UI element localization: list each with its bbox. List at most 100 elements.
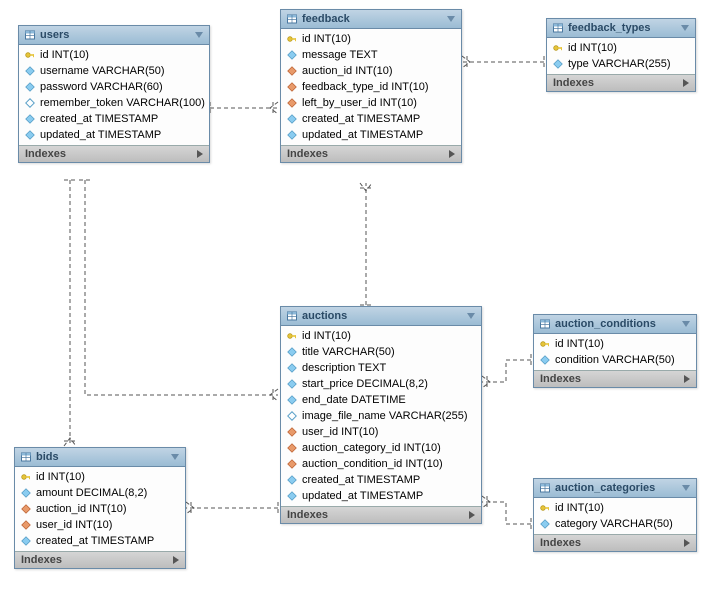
column-row: password VARCHAR(60) [19, 79, 209, 95]
table-icon [553, 23, 563, 33]
entity-users[interactable]: users id INT(10) username VARCHAR(50) passw… [18, 25, 210, 163]
key-icon [287, 331, 297, 341]
entity-header[interactable]: auction_conditions [534, 315, 696, 334]
column-text: title VARCHAR(50) [302, 346, 395, 358]
column-icon [25, 82, 35, 92]
table-icon [287, 311, 297, 321]
column-row: created_at TIMESTAMP [281, 472, 481, 488]
column-row: username VARCHAR(50) [19, 63, 209, 79]
column-text: id INT(10) [555, 338, 604, 350]
column-text: image_file_name VARCHAR(255) [302, 410, 467, 422]
column-row: user_id INT(10) [281, 424, 481, 440]
column-icon [287, 50, 297, 60]
entity-header[interactable]: bids [15, 448, 185, 467]
collapse-icon[interactable] [681, 25, 689, 31]
column-text: condition VARCHAR(50) [555, 354, 675, 366]
entity-title: auctions [302, 310, 347, 322]
column-text: type VARCHAR(255) [568, 58, 671, 70]
column-row: created_at TIMESTAMP [19, 111, 209, 127]
entity-header[interactable]: auction_categories [534, 479, 696, 498]
expand-icon [684, 539, 690, 547]
column-text: username VARCHAR(50) [40, 65, 165, 77]
column-text: id INT(10) [40, 49, 89, 61]
entity-feedback[interactable]: feedback id INT(10) message TEXT auction_id… [280, 9, 462, 163]
table-icon [21, 452, 31, 462]
entity-header[interactable]: auctions [281, 307, 481, 326]
column-row: image_file_name VARCHAR(255) [281, 408, 481, 424]
column-row: title VARCHAR(50) [281, 344, 481, 360]
column-row: message TEXT [281, 47, 461, 63]
collapse-icon[interactable] [682, 321, 690, 327]
table-icon [25, 30, 35, 40]
entity-header[interactable]: feedback_types [547, 19, 695, 38]
column-text: auction_id INT(10) [302, 65, 393, 77]
entity-bids[interactable]: bids id INT(10) amount DECIMAL(8,2) auction… [14, 447, 186, 569]
expand-icon [449, 150, 455, 158]
column-row: id INT(10) [547, 40, 695, 56]
column-row: end_date DATETIME [281, 392, 481, 408]
indexes-section[interactable]: Indexes [534, 370, 696, 387]
indexes-section[interactable]: Indexes [534, 534, 696, 551]
column-row: condition VARCHAR(50) [534, 352, 696, 368]
column-icon [540, 355, 550, 365]
column-text: id INT(10) [36, 471, 85, 483]
column-icon [287, 395, 297, 405]
indexes-section[interactable]: Indexes [19, 145, 209, 162]
column-text: id INT(10) [302, 33, 351, 45]
collapse-icon[interactable] [467, 313, 475, 319]
entity-auction_categories[interactable]: auction_categoriesid INT(10)category VAR… [533, 478, 697, 552]
expand-icon [469, 511, 475, 519]
column-text: left_by_user_id INT(10) [302, 97, 417, 109]
entity-auction_conditions[interactable]: auction_conditionsid INT(10) condition VA… [533, 314, 697, 388]
column-text: amount DECIMAL(8,2) [36, 487, 147, 499]
key-icon [25, 50, 35, 60]
collapse-icon[interactable] [682, 485, 690, 491]
column-icon [287, 114, 297, 124]
column-text: id INT(10) [568, 42, 617, 54]
expand-icon [684, 375, 690, 383]
column-text: message TEXT [302, 49, 378, 61]
indexes-section[interactable]: Indexes [281, 145, 461, 162]
column-row: remember_token VARCHAR(100) [19, 95, 209, 111]
column-text: password VARCHAR(60) [40, 81, 163, 93]
indexes-section[interactable]: Indexes [547, 74, 695, 91]
fk-icon [21, 520, 31, 530]
column-text: user_id INT(10) [302, 426, 378, 438]
column-row: updated_at TIMESTAMP [281, 127, 461, 143]
column-icon [21, 488, 31, 498]
column-icon [287, 475, 297, 485]
column-text: auction_id INT(10) [36, 503, 127, 515]
expand-icon [197, 150, 203, 158]
table-icon [287, 14, 297, 24]
entity-header[interactable]: feedback [281, 10, 461, 29]
column-text: user_id INT(10) [36, 519, 112, 531]
entity-title: auction_conditions [555, 318, 656, 330]
column-list: id INT(10) type VARCHAR(255) [547, 38, 695, 74]
nullable-icon [287, 411, 297, 421]
column-row: start_price DECIMAL(8,2) [281, 376, 481, 392]
indexes-section[interactable]: Indexes [281, 506, 481, 523]
column-icon [287, 347, 297, 357]
entity-header[interactable]: users [19, 26, 209, 45]
column-row: updated_at TIMESTAMP [281, 488, 481, 504]
column-text: updated_at TIMESTAMP [302, 490, 423, 502]
column-text: updated_at TIMESTAMP [40, 129, 161, 141]
column-row: left_by_user_id INT(10) [281, 95, 461, 111]
column-icon [553, 59, 563, 69]
collapse-icon[interactable] [171, 454, 179, 460]
collapse-icon[interactable] [447, 16, 455, 22]
expand-icon [683, 79, 689, 87]
column-text: remember_token VARCHAR(100) [40, 97, 205, 109]
collapse-icon[interactable] [195, 32, 203, 38]
entity-title: auction_categories [555, 482, 655, 494]
fk-icon [287, 443, 297, 453]
column-text: description TEXT [302, 362, 386, 374]
column-list: id INT(10) message TEXT auction_id INT(10)… [281, 29, 461, 145]
indexes-section[interactable]: Indexes [15, 551, 185, 568]
fk-icon [287, 459, 297, 469]
column-row: type VARCHAR(255) [547, 56, 695, 72]
entity-auctions[interactable]: auctionsid INT(10)title VARCHAR(50)descr… [280, 306, 482, 524]
column-row: id INT(10) [15, 469, 185, 485]
fk-icon [287, 427, 297, 437]
entity-feedback_types[interactable]: feedback_typesid INT(10) type VARCHAR(255… [546, 18, 696, 92]
